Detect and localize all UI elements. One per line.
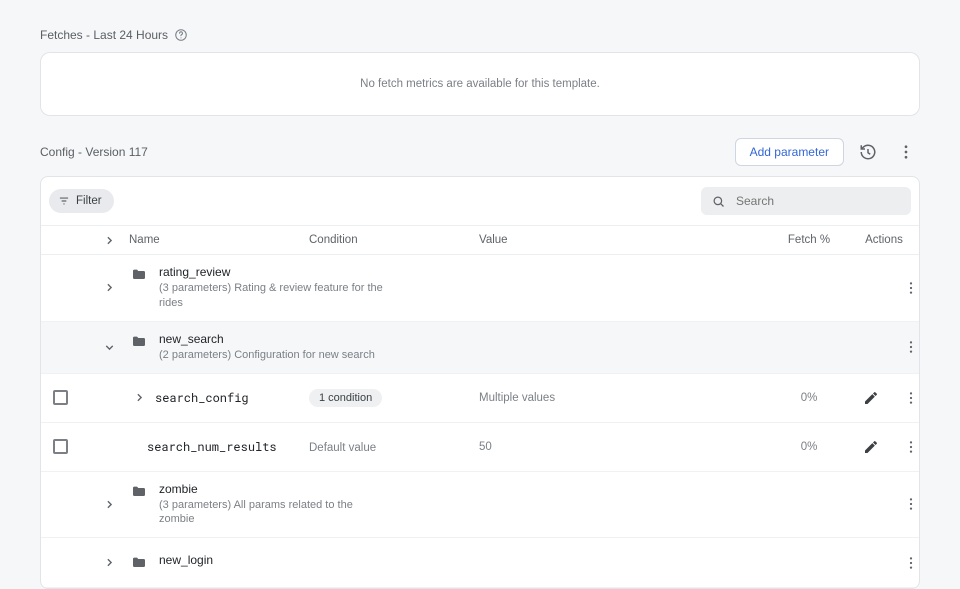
group-desc: (3 parameters) All params related to the… bbox=[159, 498, 389, 528]
row-overflow-icon[interactable] bbox=[897, 490, 920, 518]
param-value: Multiple values bbox=[479, 392, 779, 404]
add-parameter-button[interactable]: Add parameter bbox=[735, 138, 844, 166]
fetches-title: Fetches - Last 24 Hours bbox=[40, 28, 920, 42]
row-checkbox[interactable] bbox=[53, 439, 68, 454]
param-condition: Default value bbox=[309, 440, 479, 454]
search-box[interactable] bbox=[701, 187, 911, 215]
group-row[interactable]: new_login bbox=[41, 538, 919, 588]
row-overflow-icon[interactable] bbox=[897, 274, 920, 302]
param-fetch: 0% bbox=[779, 392, 839, 404]
chevron-right-icon[interactable] bbox=[99, 278, 119, 298]
param-row[interactable]: search_config 1 conditionMultiple values0… bbox=[41, 374, 919, 423]
col-name: Name bbox=[129, 234, 309, 246]
group-desc: (3 parameters) Rating & review feature f… bbox=[159, 281, 389, 311]
chevron-down-icon[interactable] bbox=[99, 337, 119, 357]
chevron-right-icon[interactable] bbox=[99, 553, 119, 573]
folder-icon bbox=[129, 553, 149, 573]
col-value: Value bbox=[479, 234, 779, 246]
group-name: zombie bbox=[159, 482, 389, 496]
config-table: Filter Name Condition Value Fetch % Acti… bbox=[40, 176, 920, 589]
fetches-empty-card: No fetch metrics are available for this … bbox=[40, 52, 920, 116]
fetches-empty: No fetch metrics are available for this … bbox=[360, 78, 600, 90]
help-icon[interactable] bbox=[174, 28, 188, 42]
row-checkbox[interactable] bbox=[53, 390, 68, 405]
group-name: rating_review bbox=[159, 265, 389, 279]
filter-label: Filter bbox=[76, 195, 102, 207]
folder-icon bbox=[129, 332, 149, 352]
search-input[interactable] bbox=[734, 193, 901, 209]
overflow-menu-icon[interactable] bbox=[892, 138, 920, 166]
group-row[interactable]: new_search (2 parameters) Configuration f… bbox=[41, 322, 919, 374]
row-overflow-icon[interactable] bbox=[897, 384, 920, 412]
param-fetch: 0% bbox=[779, 441, 839, 453]
config-title: Config - Version 117 bbox=[40, 145, 148, 159]
col-condition: Condition bbox=[309, 234, 479, 246]
param-row[interactable]: search_num_results Default value500% bbox=[41, 423, 919, 472]
chevron-right-icon[interactable] bbox=[99, 494, 119, 514]
param-name: search_config bbox=[155, 390, 249, 406]
row-overflow-icon[interactable] bbox=[897, 433, 920, 461]
filter-icon bbox=[57, 194, 71, 208]
row-overflow-icon[interactable] bbox=[897, 333, 920, 361]
group-desc: (2 parameters) Configuration for new sea… bbox=[159, 348, 375, 363]
folder-icon bbox=[129, 265, 149, 285]
col-actions: Actions bbox=[839, 234, 920, 246]
group-name: new_search bbox=[159, 332, 375, 346]
group-name: new_login bbox=[159, 553, 213, 567]
expand-all-icon[interactable] bbox=[99, 230, 119, 250]
col-fetch: Fetch % bbox=[779, 234, 839, 246]
group-row[interactable]: rating_review (3 parameters) Rating & rev… bbox=[41, 255, 919, 322]
edit-icon[interactable] bbox=[857, 384, 885, 412]
folder-icon bbox=[129, 482, 149, 502]
chevron-right-icon[interactable] bbox=[129, 388, 149, 408]
search-icon bbox=[711, 194, 726, 209]
row-overflow-icon[interactable] bbox=[897, 549, 920, 577]
param-condition: 1 condition bbox=[309, 389, 479, 407]
filter-chip[interactable]: Filter bbox=[49, 189, 114, 213]
history-icon[interactable] bbox=[854, 138, 882, 166]
param-value: 50 bbox=[479, 441, 779, 453]
param-name: search_num_results bbox=[147, 439, 277, 455]
group-row[interactable]: zombie (3 parameters) All params related … bbox=[41, 472, 919, 539]
edit-icon[interactable] bbox=[857, 433, 885, 461]
